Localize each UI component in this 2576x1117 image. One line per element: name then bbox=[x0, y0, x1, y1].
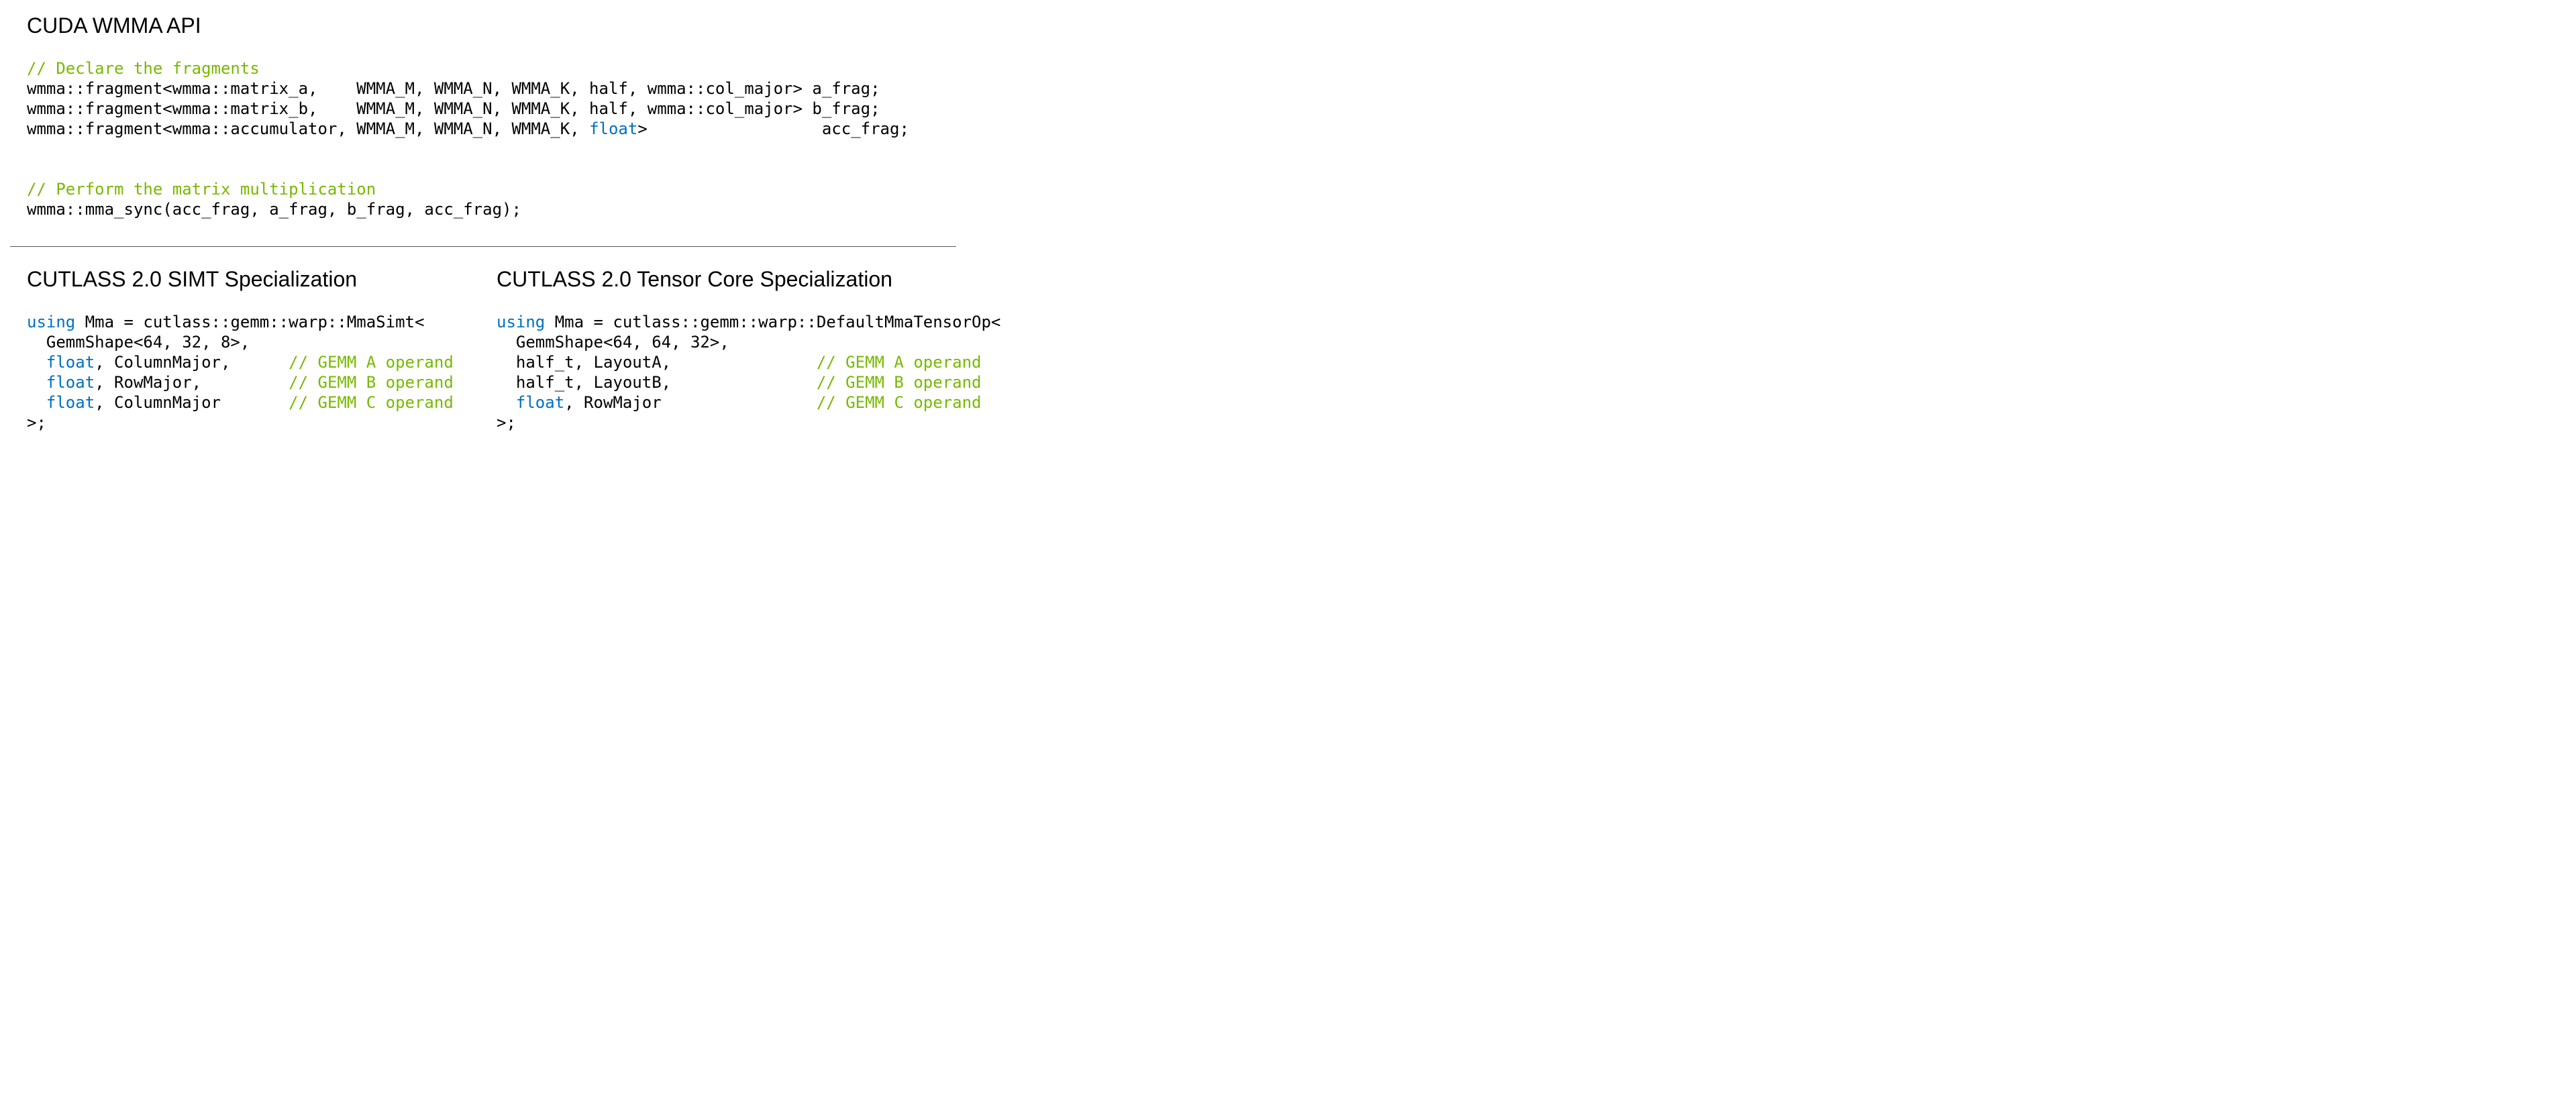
code-block-simt: using Mma = cutlass::gemm::warp::MmaSimt… bbox=[27, 312, 443, 433]
code-block-tensorcore: using Mma = cutlass::gemm::warp::Default… bbox=[497, 312, 939, 433]
code-block-wmma: // Declare the fragments wmma::fragment<… bbox=[27, 58, 2549, 219]
heading-wmma: CUDA WMMA API bbox=[27, 13, 2549, 38]
column-tensorcore: CUTLASS 2.0 Tensor Core Specialization u… bbox=[497, 267, 939, 433]
column-simt: CUTLASS 2.0 SIMT Specialization using Mm… bbox=[27, 267, 443, 433]
heading-tensorcore: CUTLASS 2.0 Tensor Core Specialization bbox=[497, 267, 939, 292]
two-column-row: CUTLASS 2.0 SIMT Specialization using Mm… bbox=[27, 267, 2549, 433]
slide-content: CUDA WMMA API // Declare the fragments w… bbox=[0, 0, 2576, 1117]
divider bbox=[10, 246, 956, 247]
heading-simt: CUTLASS 2.0 SIMT Specialization bbox=[27, 267, 443, 292]
